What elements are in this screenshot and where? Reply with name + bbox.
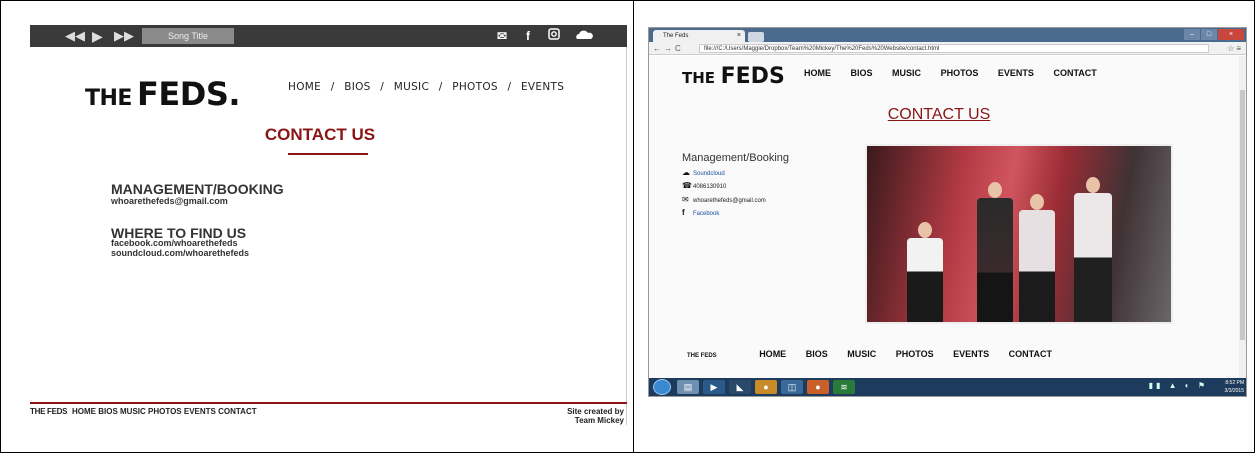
page-viewport: THE FEDS HOME BIOS MUSIC PHOTOS EVENTS C… (649, 56, 1239, 378)
play-icon[interactable]: ▶ (92, 28, 103, 44)
chrome-icon[interactable]: ● (755, 380, 777, 394)
mockup-panel: ◀◀ ▶ ▶▶ Song Title ✉ f THE FEDS. HOME / … (30, 25, 627, 425)
nav-home[interactable]: HOME (804, 68, 831, 78)
cloud-icon: ☁ (682, 168, 690, 177)
reload-icon[interactable]: C (675, 44, 684, 53)
spotify-icon[interactable]: ≋ (833, 380, 855, 394)
main-nav: HOME / BIOS / MUSIC / PHOTOS / EVENTS (288, 81, 565, 93)
explorer-icon[interactable]: ▤ (677, 380, 699, 394)
system-tray-icons[interactable]: ▮▮ ▲ ◐ ⚑ (1149, 381, 1208, 390)
main-nav: HOME BIOS MUSIC PHOTOS EVENTS CONTACT (804, 68, 1114, 78)
menu-icon[interactable]: ≡ (1236, 44, 1243, 53)
scroll-thumb[interactable] (1240, 90, 1245, 340)
toolbar-icons: ☆≡ (1227, 43, 1243, 54)
photo-figure (975, 182, 1015, 322)
star-icon[interactable]: ☆ (1227, 44, 1236, 53)
windows-taskbar: ▤ ▶ ◣ ● ◫ ● ≋ ▮▮ ▲ ◐ ⚑ 8:52 PM 3/3/2015 (649, 378, 1246, 396)
phone-number: 4086130910 (693, 184, 727, 190)
start-button[interactable] (653, 379, 671, 395)
url-input[interactable]: file:///C:/Users/Maggie/Dropbox/Team%20M… (699, 44, 1209, 53)
contact-row: ☁ Soundcloud (682, 168, 725, 179)
music-player-bar: ◀◀ ▶ ▶▶ Song Title ✉ f (30, 25, 627, 47)
footer-bios[interactable]: BIOS (806, 349, 828, 359)
footer-photos[interactable]: PHOTOS (896, 349, 934, 359)
title-underline (288, 153, 368, 155)
footer-music[interactable]: MUSIC (847, 349, 876, 359)
footer-logo[interactable]: THE FEDS (687, 353, 717, 359)
forward-icon[interactable]: → (664, 44, 675, 53)
management-heading: Management/Booking (682, 152, 790, 164)
clock[interactable]: 8:52 PM 3/3/2015 (1225, 379, 1244, 395)
tab-bar: The Feds × – □ × (649, 28, 1246, 42)
contact-row: ✉ whoarethefeds@gmail.com (682, 195, 766, 206)
nav-contact[interactable]: CONTACT (1053, 68, 1096, 78)
nav-buttons: ←→C (653, 43, 684, 54)
vertical-scrollbar[interactable] (1239, 56, 1246, 378)
section-line: soundcloud.com/whoarethefeds (111, 248, 250, 258)
facebook-icon[interactable]: f (526, 28, 530, 44)
nav-music[interactable]: MUSIC (394, 81, 429, 93)
photo-figure (905, 222, 945, 322)
phone-icon: ☎ (682, 181, 692, 190)
facebook-link[interactable]: Facebook (693, 211, 719, 217)
footer-nav: THE FEDS HOME BIOS MUSIC PHOTOS EVENTS C… (687, 349, 1069, 359)
close-window-icon[interactable]: × (1218, 29, 1244, 40)
band-photo (865, 144, 1173, 324)
address-bar: ←→C file:///C:/Users/Maggie/Dropbox/Team… (649, 42, 1246, 55)
site-logo[interactable]: THE FEDS. (85, 75, 241, 113)
close-icon[interactable]: × (737, 30, 741, 42)
nav-home[interactable]: HOME (288, 81, 321, 93)
nav-music[interactable]: MUSIC (892, 68, 921, 78)
panel-divider (633, 0, 634, 453)
page-title: CONTACT US (264, 125, 376, 144)
minimize-icon[interactable]: – (1184, 29, 1200, 40)
soundcloud-link[interactable]: Soundcloud (693, 171, 725, 177)
new-tab-button[interactable] (748, 32, 764, 42)
next-icon[interactable]: ▶▶ (114, 28, 134, 44)
nav-bios[interactable]: BIOS (344, 81, 370, 93)
site-logo[interactable]: THE FEDS (682, 64, 785, 89)
nav-photos[interactable]: PHOTOS (452, 81, 498, 93)
footer-home[interactable]: HOME (759, 349, 786, 359)
browser-tab[interactable]: The Feds × (653, 30, 745, 42)
chrome-icon[interactable]: ● (807, 380, 829, 394)
app-icon[interactable]: ◫ (781, 380, 803, 394)
footer-logo[interactable]: THE FEDS (30, 407, 67, 416)
footer-divider (30, 402, 627, 404)
footer-nav[interactable]: HOME BIOS MUSIC PHOTOS EVENTS CONTACT (72, 407, 257, 416)
media-player-icon[interactable]: ▶ (703, 380, 725, 394)
contact-row: f Facebook (682, 208, 719, 219)
previous-icon[interactable]: ◀◀ (65, 28, 85, 44)
soundcloud-icon[interactable] (575, 28, 593, 44)
section-heading-management: MANAGEMENT/BOOKING (111, 181, 284, 197)
nav-bios[interactable]: BIOS (851, 68, 873, 78)
contact-row: ☎4086130910 (682, 181, 726, 192)
photo-figure (1072, 177, 1114, 322)
footer-contact[interactable]: CONTACT (1009, 349, 1052, 359)
browser-window: The Feds × – □ × ←→C file:///C:/Users/Ma… (648, 27, 1247, 397)
photo-figure (1017, 194, 1057, 322)
instagram-icon[interactable] (548, 28, 560, 44)
section-line: whoarethefeds@gmail.com (111, 196, 228, 206)
page-title: CONTACT US (887, 106, 991, 123)
app-icon[interactable]: ◣ (729, 380, 751, 394)
site-credit: Site created by Team Mickey (567, 407, 624, 425)
back-icon[interactable]: ← (653, 44, 664, 53)
email-address: whoarethefeds@gmail.com (693, 198, 766, 204)
song-title-box: Song Title (142, 28, 234, 44)
window-controls: – □ × (1183, 29, 1244, 40)
mail-icon: ✉ (682, 195, 689, 204)
nav-photos[interactable]: PHOTOS (941, 68, 979, 78)
facebook-icon: f (682, 208, 685, 217)
mail-icon[interactable]: ✉ (497, 28, 507, 44)
section-line: facebook.com/whoarethefeds (111, 238, 238, 248)
nav-events[interactable]: EVENTS (521, 81, 564, 93)
maximize-icon[interactable]: □ (1201, 29, 1217, 40)
nav-events[interactable]: EVENTS (998, 68, 1034, 78)
footer-events[interactable]: EVENTS (953, 349, 989, 359)
